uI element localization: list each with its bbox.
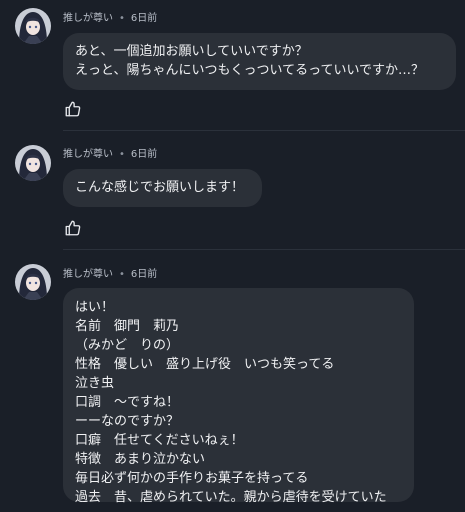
comment-thread: 推しが尊い • 6日前 あと、一個追加お願いしていいですか？ えっと、陽ちゃんにいつ…	[0, 0, 465, 512]
separator-dot: •	[119, 149, 125, 160]
separator-dot: •	[119, 13, 125, 24]
comment-line: あと、一個追加お願いしていいですか？	[75, 44, 308, 59]
timestamp[interactable]: 6日前	[131, 13, 157, 24]
comment-line: ーーなのですか？	[75, 414, 180, 429]
comment-line: こんな感じでお願いします！	[75, 180, 245, 195]
comment-line: 泣き虫	[75, 376, 115, 391]
avatar[interactable]	[15, 264, 51, 300]
comment-bubble: こんな感じでお願いします！	[63, 169, 262, 207]
comment-line: 口癖 任せてくださいねぇ！	[75, 433, 244, 448]
comment-meta: 推しが尊い • 6日前	[63, 9, 157, 24]
timestamp[interactable]: 6日前	[131, 269, 157, 280]
comment-line: （みかど りの）	[75, 338, 180, 353]
thumbs-up-icon	[65, 220, 81, 236]
divider	[63, 249, 465, 250]
comment-line: 性格 優しい 盛り上げ役 いつも笑ってる	[75, 357, 335, 372]
author-name[interactable]: 推しが尊い	[63, 13, 113, 24]
separator-dot: •	[119, 269, 125, 280]
author-name[interactable]: 推しが尊い	[63, 269, 113, 280]
comment-line: 口調 〜ですね！	[75, 395, 180, 410]
comment-bubble: あと、一個追加お願いしていいですか？ えっと、陽ちゃんにいつもくっついてるってい…	[63, 33, 456, 90]
like-button[interactable]	[64, 100, 82, 118]
like-button[interactable]	[64, 219, 82, 237]
comment-bubble: はい！ 名前 御門 莉乃 （みかど りの） 性格 優しい 盛り上げ役 いつも笑っ…	[63, 288, 414, 505]
author-name[interactable]: 推しが尊い	[63, 149, 113, 160]
avatar[interactable]	[15, 8, 51, 44]
comment-meta: 推しが尊い • 6日前	[63, 145, 157, 160]
comment-line: はい！	[75, 300, 115, 315]
timestamp[interactable]: 6日前	[131, 149, 157, 160]
avatar[interactable]	[15, 145, 51, 181]
comment-meta: 推しが尊い • 6日前	[63, 265, 157, 280]
divider	[63, 130, 465, 131]
comment-line: 名前 御門 莉乃	[75, 319, 180, 334]
thumbs-up-icon	[65, 101, 81, 117]
comment-line: 特徴 あまり泣かない	[75, 452, 206, 467]
comment-line: 毎日必ず何かの手作りお菓子を持ってる	[75, 471, 309, 486]
comment-line: 過去 昔、虐められていた。親から虐待を受けていた	[75, 490, 387, 505]
comment-line: えっと、陽ちゃんにいつもくっついてるっていいですか…？	[75, 63, 425, 78]
